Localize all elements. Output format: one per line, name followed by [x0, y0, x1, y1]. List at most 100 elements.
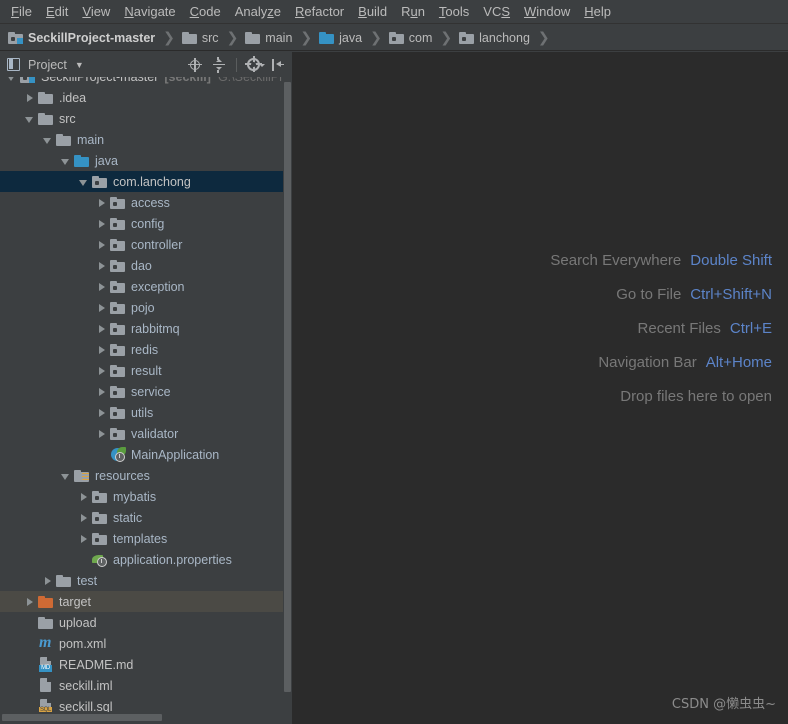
twisty-right-icon[interactable] [42, 575, 54, 587]
twisty-right-icon[interactable] [96, 344, 108, 356]
package-icon [92, 511, 108, 525]
tree-row[interactable]: config [0, 213, 292, 234]
twisty-right-icon[interactable] [96, 218, 108, 230]
tree-row[interactable]: exception [0, 276, 292, 297]
tree-row[interactable]: MD README.md [0, 654, 292, 675]
scrollbar-thumb[interactable] [2, 714, 162, 721]
tree-row-path: G:\SeckillProj [218, 77, 292, 84]
tree-row[interactable]: dao [0, 255, 292, 276]
package-icon [110, 322, 126, 336]
collapse-all-icon[interactable] [209, 55, 229, 75]
breadcrumb-item-java[interactable]: java [319, 31, 362, 45]
menu-item-window[interactable]: Window [517, 2, 577, 21]
tree-row[interactable]: utils [0, 402, 292, 423]
breadcrumb-item-lanchong[interactable]: lanchong [459, 31, 530, 45]
menu-item-tools[interactable]: Tools [432, 2, 476, 21]
twisty-right-icon[interactable] [24, 92, 36, 104]
tree-row[interactable]: target [0, 591, 292, 612]
project-tree-horizontal-scrollbar[interactable] [0, 712, 292, 722]
twisty-down-icon[interactable] [42, 134, 54, 146]
tree-row[interactable]: pojo [0, 297, 292, 318]
tree-row-module-name: [seckill] [164, 77, 211, 84]
menu-item-file[interactable]: File [4, 2, 39, 21]
tree-row[interactable]: pom.xml [0, 633, 292, 654]
tree-row[interactable]: main [0, 129, 292, 150]
tree-row[interactable]: seckill.iml [0, 675, 292, 696]
breadcrumb-item-main[interactable]: main [245, 31, 292, 45]
spring-application-icon [110, 446, 126, 463]
twisty-right-icon[interactable] [78, 491, 90, 503]
twisty-right-icon[interactable] [96, 239, 108, 251]
tree-row[interactable]: rabbitmq [0, 318, 292, 339]
hide-window-icon[interactable] [268, 55, 288, 75]
tree-row[interactable]: result [0, 360, 292, 381]
tree-row[interactable]: SeckillProject-master [seckill] G:\Seckill… [0, 77, 292, 87]
folder-icon [38, 91, 54, 105]
menu-item-edit[interactable]: Edit [39, 2, 75, 21]
twisty-right-icon[interactable] [96, 428, 108, 440]
navigation-breadcrumb-bar: SeckillProject-master ❯ src ❯ main ❯ java ❯ com ❯… [0, 25, 788, 51]
chevron-down-icon[interactable]: ▼ [75, 60, 84, 70]
shortcut-hint-row: Recent Files Ctrl+E [638, 320, 772, 337]
settings-gear-icon[interactable] [244, 55, 265, 75]
tree-row[interactable]: mybatis [0, 486, 292, 507]
breadcrumb-item-com[interactable]: com [388, 31, 432, 45]
scrollbar-thumb[interactable] [284, 82, 291, 692]
shortcut-hint-key: Ctrl+E [729, 320, 772, 337]
project-folder-icon [20, 77, 36, 84]
project-tree[interactable]: SeckillProject-master [seckill] G:\Seckill… [0, 77, 292, 717]
watermark-text: CSDN @懒虫虫~ [671, 697, 776, 712]
twisty-right-icon[interactable] [96, 260, 108, 272]
twisty-down-icon[interactable] [6, 77, 18, 83]
twisty-right-icon[interactable] [96, 197, 108, 209]
tree-row[interactable]: service [0, 381, 292, 402]
tree-row[interactable]: redis [0, 339, 292, 360]
twisty-right-icon[interactable] [78, 512, 90, 524]
tree-row[interactable]: templates [0, 528, 292, 549]
twisty-right-icon[interactable] [96, 323, 108, 335]
twisty-down-icon[interactable] [78, 176, 90, 188]
menu-item-navigate[interactable]: Navigate [117, 2, 182, 21]
twisty-right-icon[interactable] [96, 407, 108, 419]
twisty-placeholder [24, 680, 36, 692]
twisty-right-icon[interactable] [24, 596, 36, 608]
tree-row[interactable]: validator [0, 423, 292, 444]
twisty-right-icon[interactable] [96, 386, 108, 398]
folder-icon [38, 112, 54, 126]
module-file-icon [38, 678, 54, 693]
menu-item-view[interactable]: View [75, 2, 117, 21]
tree-row[interactable]: .idea [0, 87, 292, 108]
breadcrumb-label: main [265, 30, 293, 45]
menu-item-refactor[interactable]: Refactor [288, 2, 351, 21]
twisty-down-icon[interactable] [24, 113, 36, 125]
menu-item-code[interactable]: Code [183, 2, 228, 21]
tree-row[interactable]: src [0, 108, 292, 129]
tree-row[interactable]: test [0, 570, 292, 591]
shortcut-hint-label: Go to File [616, 286, 682, 303]
twisty-right-icon[interactable] [96, 302, 108, 314]
tree-row[interactable]: access [0, 192, 292, 213]
twisty-down-icon[interactable] [60, 155, 72, 167]
tree-row[interactable]: MainApplication [0, 444, 292, 465]
tree-row[interactable]: application.properties [0, 549, 292, 570]
menu-item-vcs[interactable]: VCS [476, 2, 517, 21]
tree-row[interactable]: controller [0, 234, 292, 255]
tree-row[interactable]: resources [0, 465, 292, 486]
menu-item-build[interactable]: Build [351, 2, 394, 21]
tree-row[interactable]: upload [0, 612, 292, 633]
menu-item-analyze[interactable]: Analyze [228, 2, 288, 21]
project-tree-vertical-scrollbar[interactable] [283, 77, 292, 717]
tree-row[interactable]: com.lanchong [0, 171, 292, 192]
twisty-right-icon[interactable] [96, 365, 108, 377]
twisty-right-icon[interactable] [96, 281, 108, 293]
tree-row[interactable]: java [0, 150, 292, 171]
twisty-down-icon[interactable] [60, 470, 72, 482]
breadcrumb-item-seckillproject-master[interactable]: SeckillProject-master [8, 31, 155, 45]
twisty-right-icon[interactable] [78, 533, 90, 545]
select-opened-file-icon[interactable] [185, 55, 205, 75]
breadcrumb-item-src[interactable]: src [181, 31, 219, 45]
menu-item-run[interactable]: Run [394, 2, 432, 21]
breadcrumb-label: java [339, 30, 363, 45]
tree-row[interactable]: static [0, 507, 292, 528]
menu-item-help[interactable]: Help [577, 2, 618, 21]
